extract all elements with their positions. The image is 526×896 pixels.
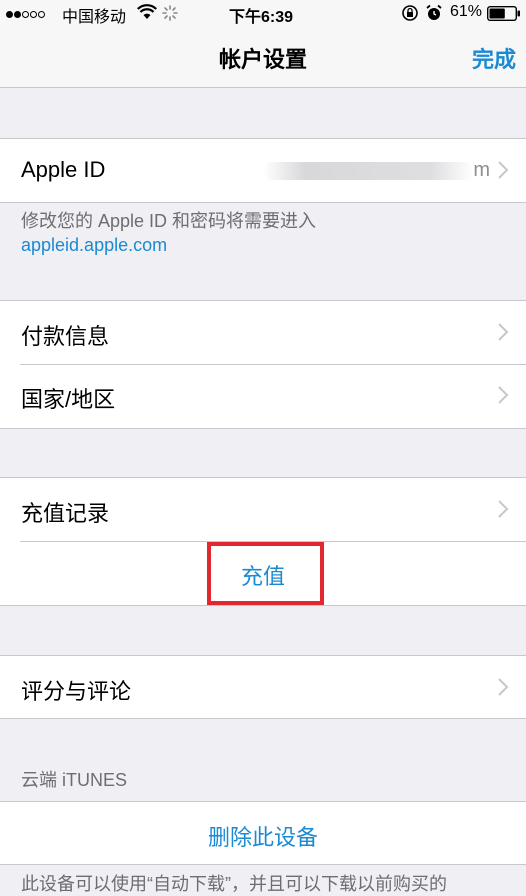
apple-id-value: m xyxy=(263,159,490,182)
region-label: 国家/地区 xyxy=(21,387,116,412)
cloud-itunes-header: 云端 iTUNES xyxy=(21,770,128,790)
region-row[interactable]: 国家/地区 xyxy=(0,364,526,427)
ratings-group: 评分与评论 xyxy=(0,655,526,719)
cloud-footnote: 此设备可以使用“自动下载”，并且可以下载以前购买的 xyxy=(21,874,447,894)
done-button[interactable]: 完成 xyxy=(472,42,516,74)
apple-id-group: Apple ID m xyxy=(0,138,526,203)
chevron-right-icon xyxy=(492,321,514,343)
topup-history-label: 充值记录 xyxy=(21,501,110,526)
redacted-email xyxy=(263,161,474,180)
carrier-label: 中国移动 xyxy=(62,9,127,26)
apple-id-footnote: 修改您的 Apple ID 和密码将需要进入 appleid.apple.com xyxy=(21,209,316,257)
appleid-link[interactable]: appleid.apple.com xyxy=(21,233,316,257)
loading-spinner-icon xyxy=(162,5,178,26)
rotation-lock-icon xyxy=(401,4,419,27)
apple-id-note: 修改您的 Apple ID 和密码将需要进入 xyxy=(21,211,317,231)
apple-id-value-suffix: m xyxy=(473,159,490,181)
alarm-icon xyxy=(425,4,443,27)
remove-device-row: 删除此设备 xyxy=(0,802,526,865)
chevron-right-icon xyxy=(492,159,514,181)
highlight-box xyxy=(207,542,324,605)
payment-info-label: 付款信息 xyxy=(21,324,110,349)
remove-device-button[interactable]: 删除此设备 xyxy=(0,820,526,852)
apple-id-label: Apple ID xyxy=(21,157,106,182)
signal-strength-icon xyxy=(6,6,46,24)
clock: 下午6:39 xyxy=(229,9,294,26)
cloud-group: 删除此设备 xyxy=(0,801,526,865)
ratings-label: 评分与评论 xyxy=(21,679,132,704)
status-bar: 中国移动 下午6:39 61% xyxy=(0,0,526,26)
ratings-row[interactable]: 评分与评论 xyxy=(0,656,526,719)
navigation-bar: 帐户设置 完成 xyxy=(0,26,526,88)
topup-history-row[interactable]: 充值记录 xyxy=(0,478,526,541)
payment-info-row[interactable]: 付款信息 xyxy=(0,301,526,364)
battery-icon xyxy=(486,5,521,26)
wifi-icon xyxy=(137,4,157,25)
chevron-right-icon xyxy=(492,676,514,698)
battery-percent: 61% xyxy=(450,3,483,20)
page-title: 帐户设置 xyxy=(218,47,307,72)
chevron-right-icon xyxy=(492,498,514,520)
chevron-right-icon xyxy=(492,384,514,406)
apple-id-row[interactable]: Apple ID m xyxy=(0,139,526,202)
payment-group: 付款信息 国家/地区 xyxy=(0,300,526,429)
